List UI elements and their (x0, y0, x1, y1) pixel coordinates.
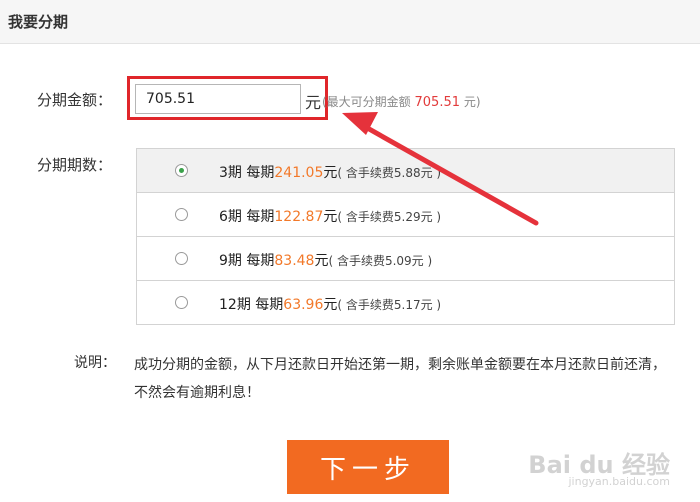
radio-button-checked[interactable] (175, 164, 188, 177)
installment-option-text: 3期 每期241.05元( 含手续费5.88元 ) (219, 165, 442, 181)
max-amount-value: 705.51 (414, 95, 461, 110)
monthly-payment: 63.96 (283, 297, 324, 313)
installment-option-12[interactable]: 12期 每期63.96元( 含手续费5.17元 ) (137, 281, 674, 325)
installment-option-9[interactable]: 9期 每期83.48元( 含手续费5.09元 ) (137, 237, 674, 281)
watermark-site: jingyan.baidu.com (568, 475, 670, 488)
note-label: 说明： (74, 355, 116, 371)
radio-dot-icon (179, 168, 184, 173)
next-step-button[interactable]: 下一步 (287, 440, 449, 494)
fee-note: ( 含手续费5.88元 ) (337, 166, 442, 180)
monthly-payment: 83.48 (274, 253, 315, 269)
page-title: 我要分期 (8, 13, 69, 31)
radio-button[interactable] (175, 252, 188, 265)
amount-unit: 元 (305, 93, 322, 112)
page-header: 我要分期 (0, 0, 700, 44)
max-amount-note: (最大可分期金额 705.51 元) (322, 95, 481, 110)
installment-option-text: 12期 每期63.96元( 含手续费5.17元 ) (219, 297, 442, 313)
fee-note: ( 含手续费5.09元 ) (328, 254, 433, 268)
amount-input[interactable] (135, 84, 301, 114)
installment-option-3[interactable]: 3期 每期241.05元( 含手续费5.88元 ) (137, 149, 674, 193)
monthly-payment: 122.87 (274, 209, 324, 225)
installment-option-text: 6期 每期122.87元( 含手续费5.29元 ) (219, 209, 442, 225)
installment-option-6[interactable]: 6期 每期122.87元( 含手续费5.29元 ) (137, 193, 674, 237)
watermark: Bai du 经验 jingyan.baidu.com (528, 445, 670, 488)
radio-button[interactable] (175, 208, 188, 221)
monthly-payment: 241.05 (274, 165, 324, 181)
installment-option-text: 9期 每期83.48元( 含手续费5.09元 ) (219, 253, 433, 269)
installment-options: 3期 每期241.05元( 含手续费5.88元 ) 6期 每期122.87元( … (136, 148, 675, 325)
note-text: 成功分期的金额，从下月还款日开始还第一期，剩余账单金额要在本月还款日前还清，不然… (134, 357, 666, 401)
installment-count-label: 分期期数： (37, 156, 113, 174)
radio-button[interactable] (175, 296, 188, 309)
fee-note: ( 含手续费5.29元 ) (337, 210, 442, 224)
amount-label: 分期金额： (37, 91, 113, 109)
fee-note: ( 含手续费5.17元 ) (337, 298, 442, 312)
